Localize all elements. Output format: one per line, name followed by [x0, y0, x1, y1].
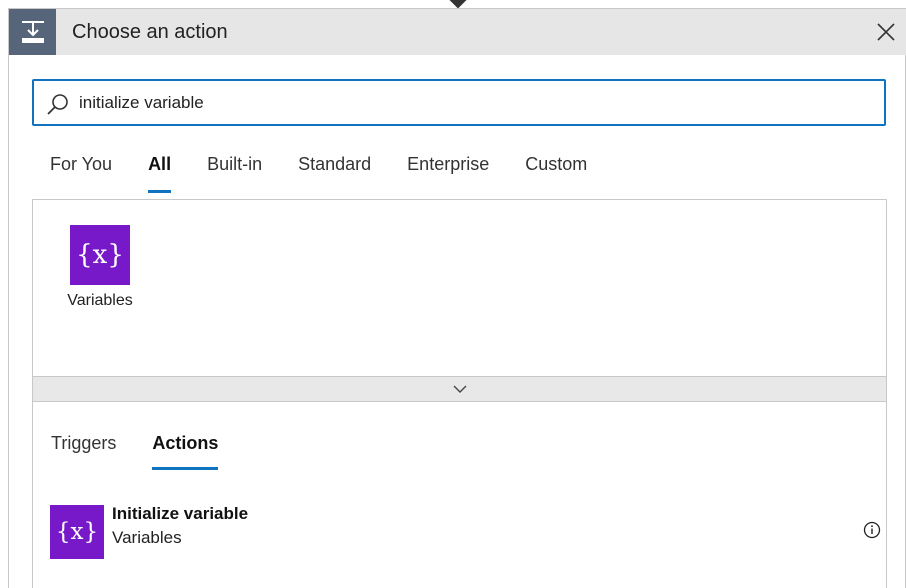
action-connector-name: Variables [112, 528, 182, 547]
close-icon[interactable] [876, 22, 896, 42]
tab-all[interactable]: All [148, 151, 172, 195]
action-title: Initialize variable [112, 504, 249, 523]
panel-header: Choose an action [9, 9, 906, 55]
connector-list: {x} Variables [32, 199, 887, 376]
info-icon[interactable] [863, 521, 881, 539]
tab-triggers[interactable]: Triggers [51, 432, 116, 470]
action-item-initialize-variable[interactable]: {x} Initialize variable Variables [32, 497, 887, 561]
tab-built-in[interactable]: Built-in [207, 151, 262, 195]
search-icon [46, 92, 70, 116]
connector-variables[interactable]: {x} Variables [61, 225, 139, 310]
category-tabs: For You All Built-in Standard Enterprise… [50, 151, 623, 195]
search-input[interactable] [79, 81, 869, 124]
chevron-down-icon [453, 385, 466, 393]
tab-custom[interactable]: Custom [525, 151, 587, 195]
variables-icon: {x} [70, 225, 130, 285]
collapse-toggle[interactable] [32, 376, 887, 402]
connector-label: Variables [67, 292, 133, 309]
tab-standard[interactable]: Standard [298, 151, 371, 195]
choose-action-panel: Choose an action For You All Built-in St… [8, 8, 906, 588]
action-step-icon [9, 9, 56, 55]
tab-for-you[interactable]: For You [50, 151, 112, 195]
panel-title: Choose an action [72, 21, 228, 43]
tab-actions[interactable]: Actions [152, 432, 219, 470]
variables-icon: {x} [50, 505, 104, 559]
action-type-tabs: Triggers Actions [51, 432, 254, 470]
tab-enterprise[interactable]: Enterprise [407, 151, 489, 195]
actions-panel: Triggers Actions {x} Initialize variable… [32, 402, 887, 588]
search-box [32, 79, 886, 126]
